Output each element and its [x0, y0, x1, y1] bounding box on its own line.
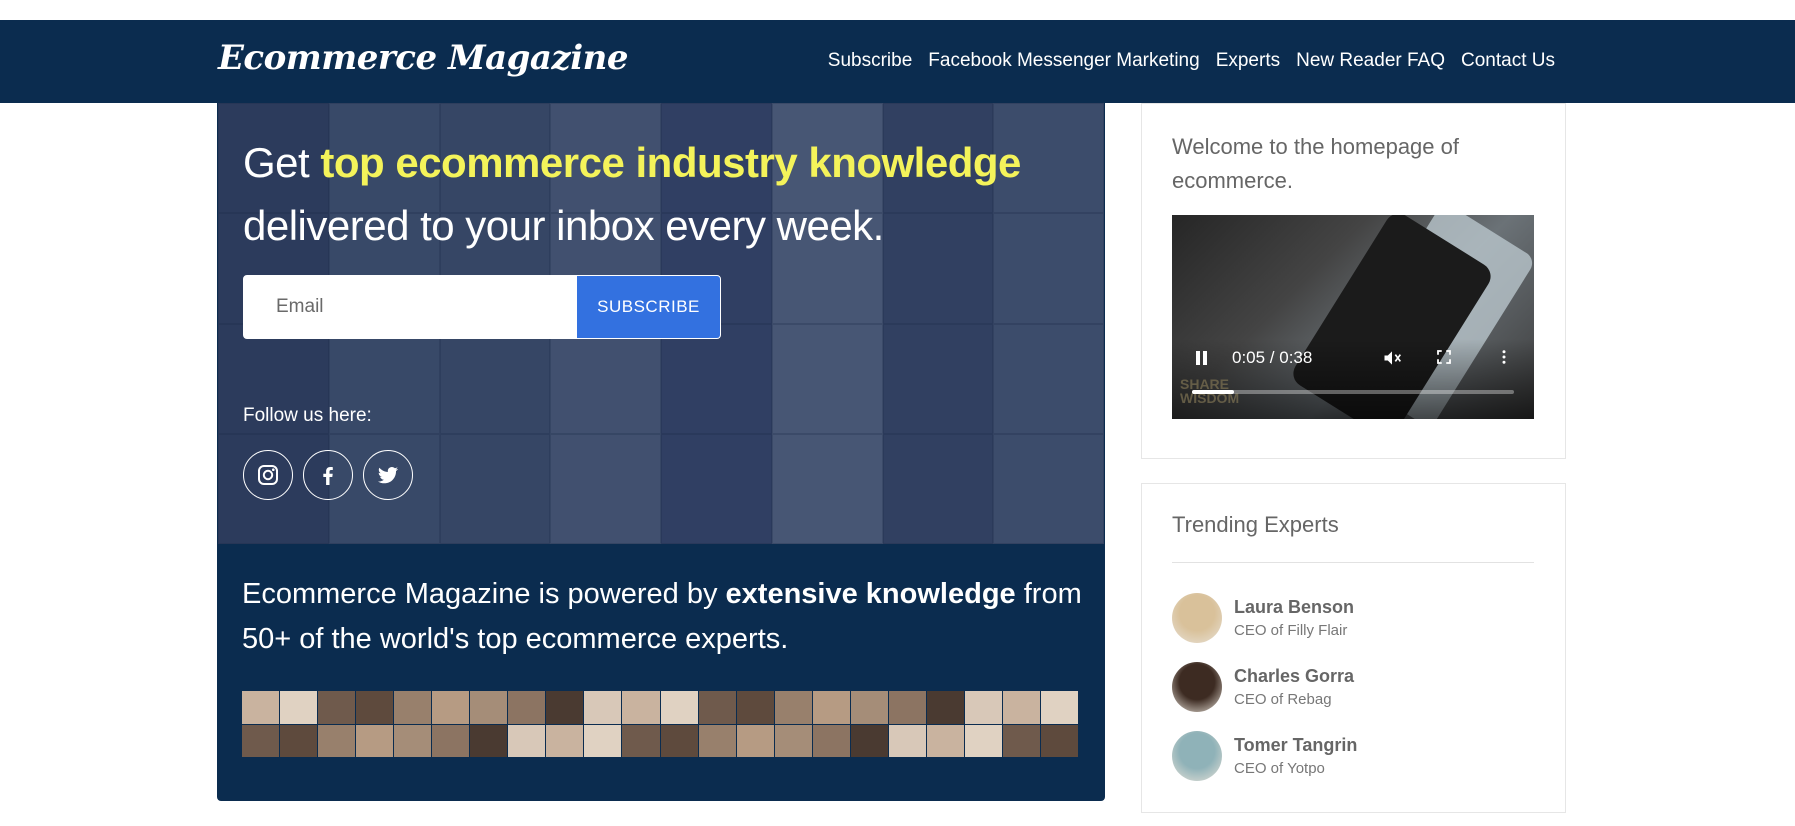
- powered-by-section: Ecommerce Magazine is powered by extensi…: [217, 544, 1105, 801]
- expert-role: CEO of Filly Flair: [1234, 622, 1348, 639]
- fullscreen-icon[interactable]: [1434, 348, 1454, 368]
- welcome-card: Welcome to the homepage of ecommerce. SH…: [1141, 103, 1566, 459]
- top-strip: [0, 0, 1795, 20]
- watermark-line1: SHARE: [1180, 376, 1230, 392]
- expert-face-thumb: [622, 724, 660, 757]
- signup-form: SUBSCRIBE: [243, 275, 721, 339]
- expert-face-thumb: [356, 691, 394, 724]
- pause-icon[interactable]: [1194, 350, 1210, 366]
- expert-face-thumb: [850, 724, 888, 757]
- trending-experts-title: Trending Experts: [1172, 512, 1339, 537]
- expert-face-thumb: [432, 691, 470, 724]
- headline-prefix: Get: [243, 139, 321, 186]
- expert-face-thumb: [356, 724, 394, 757]
- expert-face-thumb: [660, 724, 698, 757]
- expert-face-thumb: [508, 724, 546, 757]
- welcome-text: Welcome to the homepage of ecommerce.: [1172, 134, 1459, 193]
- nav-experts[interactable]: Experts: [1216, 50, 1280, 72]
- expert-face-thumb: [888, 691, 926, 724]
- social-links: [243, 450, 413, 500]
- headline-suffix: delivered to your inbox every week.: [243, 202, 884, 249]
- expert-name[interactable]: Laura Benson: [1234, 597, 1354, 618]
- expert-face-thumb: [470, 691, 508, 724]
- expert-face-thumb: [394, 724, 432, 757]
- expert-face-thumb: [394, 691, 432, 724]
- powered-by-text: Ecommerce Magazine is powered by extensi…: [242, 572, 1082, 662]
- expert-face-thumb: [888, 724, 926, 757]
- expert-face-thumb: [546, 691, 584, 724]
- expert-face-thumb: [850, 691, 888, 724]
- hero-section: Get top ecommerce industry knowledge del…: [217, 103, 1105, 544]
- expert-face-thumb: [736, 691, 774, 724]
- facebook-icon[interactable]: [303, 450, 353, 500]
- expert-role: CEO of Yotpo: [1234, 760, 1325, 777]
- more-options-icon[interactable]: [1494, 348, 1514, 368]
- expert-face-thumb: [1040, 724, 1078, 757]
- avatar: [1172, 593, 1222, 643]
- expert-face-thumb: [1002, 691, 1040, 724]
- expert-name[interactable]: Tomer Tangrin: [1234, 735, 1357, 756]
- expert-face-thumb: [812, 724, 850, 757]
- avatar: [1172, 731, 1222, 781]
- expert-face-thumb: [964, 724, 1002, 757]
- expert-face-thumb: [242, 691, 280, 724]
- expert-face-thumb: [926, 691, 964, 724]
- nav-facebook-messenger-marketing[interactable]: Facebook Messenger Marketing: [928, 50, 1199, 72]
- mute-icon[interactable]: [1382, 348, 1402, 368]
- expert-face-thumb: [660, 691, 698, 724]
- site-logo[interactable]: Ecommerce Magazine: [218, 38, 629, 78]
- expert-face-thumb: [546, 724, 584, 757]
- expert-face-thumb: [812, 691, 850, 724]
- twitter-icon[interactable]: [363, 450, 413, 500]
- main-nav: Subscribe Facebook Messenger Marketing E…: [828, 50, 1555, 72]
- powered-bold: extensive knowledge: [725, 578, 1016, 610]
- video-progress-bar[interactable]: [1192, 390, 1514, 394]
- expert-face-thumb: [774, 724, 812, 757]
- expert-face-thumb: [622, 691, 660, 724]
- expert-face-thumb: [280, 691, 318, 724]
- video-progress-fill: [1192, 390, 1234, 394]
- follow-label: Follow us here:: [243, 405, 372, 426]
- expert-name[interactable]: Charles Gorra: [1234, 666, 1354, 687]
- nav-contact-us[interactable]: Contact Us: [1461, 50, 1555, 72]
- expert-face-thumb: [1002, 724, 1040, 757]
- expert-faces-strip: [242, 691, 1078, 757]
- nav-new-reader-faq[interactable]: New Reader FAQ: [1296, 50, 1445, 72]
- expert-face-thumb: [470, 724, 508, 757]
- expert-face-thumb: [584, 691, 622, 724]
- subscribe-button[interactable]: SUBSCRIBE: [577, 276, 720, 338]
- expert-face-thumb: [280, 724, 318, 757]
- expert-face-thumb: [318, 691, 356, 724]
- expert-face-thumb: [736, 724, 774, 757]
- expert-face-thumb: [774, 691, 812, 724]
- nav-subscribe[interactable]: Subscribe: [828, 50, 913, 72]
- expert-face-thumb: [926, 724, 964, 757]
- expert-face-thumb: [318, 724, 356, 757]
- email-input[interactable]: [244, 276, 577, 338]
- expert-face-thumb: [698, 724, 736, 757]
- expert-item[interactable]: Charles Gorra CEO of Rebag: [1172, 662, 1354, 712]
- expert-face-thumb: [584, 724, 622, 757]
- video-player[interactable]: SHARE WISDOM 0:05 / 0:38: [1172, 215, 1534, 419]
- trending-experts-card: Trending Experts Laura Benson CEO of Fil…: [1141, 483, 1566, 813]
- site-header: Ecommerce Magazine Subscribe Facebook Me…: [0, 20, 1795, 103]
- expert-face-thumb: [1040, 691, 1078, 724]
- video-time: 0:05 / 0:38: [1232, 348, 1313, 367]
- powered-prefix: Ecommerce Magazine is powered by: [242, 578, 726, 610]
- divider: [1172, 562, 1534, 563]
- avatar: [1172, 662, 1222, 712]
- expert-face-thumb: [508, 691, 546, 724]
- expert-item[interactable]: Laura Benson CEO of Filly Flair: [1172, 593, 1354, 643]
- headline-highlight: top ecommerce industry knowledge: [320, 139, 1021, 186]
- hero-headline: Get top ecommerce industry knowledge del…: [243, 131, 1043, 257]
- expert-face-thumb: [432, 724, 470, 757]
- expert-face-thumb: [964, 691, 1002, 724]
- expert-face-thumb: [698, 691, 736, 724]
- expert-role: CEO of Rebag: [1234, 691, 1332, 708]
- instagram-icon[interactable]: [243, 450, 293, 500]
- expert-item[interactable]: Tomer Tangrin CEO of Yotpo: [1172, 731, 1357, 781]
- expert-face-thumb: [242, 724, 280, 757]
